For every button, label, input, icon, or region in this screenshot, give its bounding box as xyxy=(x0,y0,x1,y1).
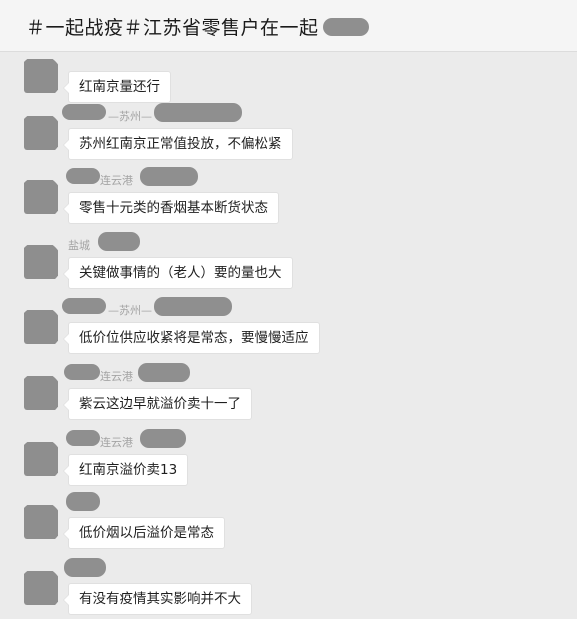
avatar[interactable] xyxy=(24,180,58,214)
message-item: —苏州— 低价位供应收紧将是常态，要慢慢适应 xyxy=(0,297,577,368)
sender-blur xyxy=(62,104,106,120)
sender-label: 连云港 xyxy=(100,370,133,383)
message-item: 低价烟以后溢价是常态 xyxy=(0,492,577,563)
avatar-blur xyxy=(24,376,58,410)
sender-blur xyxy=(64,558,106,577)
message-item: 盐城 关键做事情的（老人）要的量也大 xyxy=(0,232,577,303)
avatar-blur xyxy=(24,310,58,344)
sender-blur xyxy=(66,430,100,446)
message-item: —苏州— 苏州红南京正常值投放，不偏松紧 xyxy=(0,103,577,174)
sender-label: —苏州— xyxy=(108,304,152,317)
avatar[interactable] xyxy=(24,571,58,605)
sender-blur xyxy=(98,232,140,251)
message-item: 连云港 零售十元类的香烟基本断货状态 xyxy=(0,167,577,238)
avatar[interactable] xyxy=(24,116,58,150)
message-bubble[interactable]: 红南京溢价卖13 xyxy=(62,454,189,486)
message-bubble[interactable]: 低价烟以后溢价是常态 xyxy=(63,517,225,549)
avatar-blur xyxy=(24,59,58,93)
sender-blur xyxy=(140,429,186,448)
message-bubble[interactable]: 有没有疫情其实影响并不大 xyxy=(63,583,252,615)
message-bubble[interactable]: 苏州红南京正常值投放，不偏松紧 xyxy=(63,128,293,160)
avatar-blur xyxy=(24,116,58,150)
avatar-blur xyxy=(24,245,58,279)
redacted-blur xyxy=(322,18,369,36)
group-header: ＃一起战疫＃江苏省零售户在一起 xyxy=(0,0,577,52)
message-bubble[interactable]: 低价位供应收紧将是常态，要慢慢适应 xyxy=(63,322,320,354)
message-bubble[interactable]: 关键做事情的（老人）要的量也大 xyxy=(63,257,293,289)
sender-blur xyxy=(138,363,190,382)
avatar[interactable] xyxy=(24,442,58,476)
message-bubble[interactable]: 零售十元类的香烟基本断货状态 xyxy=(63,192,279,224)
sender-label: 连云港 xyxy=(100,436,133,449)
avatar[interactable] xyxy=(24,245,58,279)
avatar[interactable] xyxy=(24,310,58,344)
avatar-blur xyxy=(24,571,58,605)
sender-blur xyxy=(64,364,100,380)
sender-label: 连云港 xyxy=(100,174,133,187)
avatar[interactable] xyxy=(24,59,58,93)
avatar-blur xyxy=(24,180,58,214)
sender-label: 盐城 xyxy=(68,239,90,252)
message-item: 有没有疫情其实影响并不大 xyxy=(0,558,577,619)
sender-blur xyxy=(140,167,198,186)
sender-blur xyxy=(154,103,242,122)
sender-blur xyxy=(62,298,106,314)
sender-label: —苏州— xyxy=(108,110,152,123)
sender-blur xyxy=(66,168,100,184)
message-bubble[interactable]: 紫云这边早就溢价卖十一了 xyxy=(63,388,252,420)
message-item: 连云港 红南京溢价卖13 xyxy=(0,429,577,500)
message-bubble[interactable]: 红南京量还行 xyxy=(63,71,171,103)
group-title-text: ＃一起战疫＃江苏省零售户在一起 xyxy=(26,17,319,39)
sender-blur xyxy=(154,297,232,316)
avatar[interactable] xyxy=(24,505,58,539)
avatar-blur xyxy=(24,505,58,539)
avatar[interactable] xyxy=(24,376,58,410)
avatar-blur xyxy=(24,442,58,476)
group-title: ＃一起战疫＃江苏省零售户在一起 xyxy=(26,13,369,40)
message-item: 连云港 紫云这边早就溢价卖十一了 xyxy=(0,363,577,434)
sender-blur xyxy=(66,492,100,511)
